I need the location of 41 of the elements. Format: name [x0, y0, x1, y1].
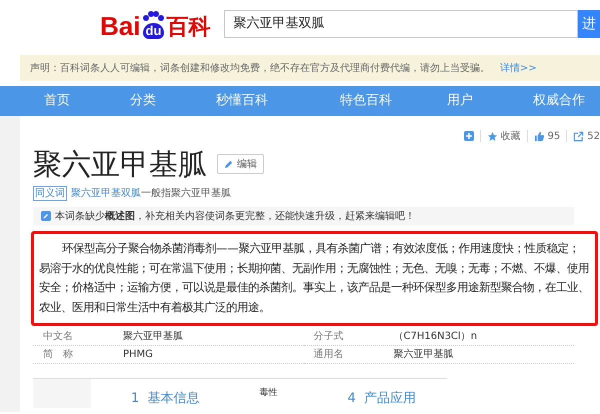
- paw-icon[interactable]: [140, 10, 166, 22]
- catalog-item[interactable]: 毒性: [260, 386, 278, 400]
- like-count: 95: [548, 130, 560, 144]
- nav-item[interactable]: 首页: [44, 91, 70, 111]
- edit-button[interactable]: 编辑: [217, 154, 264, 174]
- share-icon[interactable]: [573, 130, 584, 142]
- catalog-item[interactable]: 4 产品应用: [348, 388, 416, 408]
- logo-text[interactable]: du: [142, 22, 164, 38]
- info-value: PHMG: [123, 348, 153, 362]
- logo-text[interactable]: 百科: [166, 16, 210, 38]
- star-icon[interactable]: [486, 130, 498, 142]
- info-label: 分子式: [312, 330, 344, 344]
- collect-label[interactable]: 收藏: [500, 128, 521, 144]
- synonym-link[interactable]: 聚六亚甲基双胍: [71, 186, 141, 201]
- nav-item[interactable]: 用户: [447, 91, 473, 111]
- synonym-tag: 同义词: [33, 186, 67, 201]
- notice-text: 声明：百科词条人人可编辑，词条创建和修改均免费，绝不存在官方及代理商付费代编，请勿上当受骗。: [30, 62, 490, 76]
- pencil-icon: [224, 160, 233, 168]
- synonym-text: 一般指聚六亚甲基胍: [141, 186, 231, 201]
- nav-item[interactable]: 分类: [130, 91, 156, 111]
- nav-item[interactable]: 特色百科: [340, 91, 392, 111]
- info-value: （C7H16N3Cl）n: [394, 330, 478, 344]
- info-label: 简 称: [42, 348, 74, 362]
- info-label: 中文名: [42, 330, 74, 344]
- nav-item[interactable]: 权威合作: [533, 91, 585, 111]
- tip-text: 本词条缺少概述图，补充相关内容使词条更完整，还能快速升级，赶紧来编辑吧！: [55, 210, 415, 224]
- info-label: 通用名: [312, 348, 344, 362]
- search-field[interactable]: 聚六亚甲基双胍: [224, 10, 578, 38]
- thumbs-up-icon[interactable]: [534, 130, 545, 142]
- info-value: 聚六亚甲基胍: [394, 348, 454, 362]
- page-title: 聚六亚甲基胍: [33, 146, 207, 182]
- catalog-item[interactable]: 1 基本信息: [131, 388, 200, 408]
- nav-item[interactable]: 秒懂百科: [216, 91, 268, 111]
- add-icon[interactable]: [464, 131, 474, 141]
- search-button[interactable]: 进: [578, 10, 600, 38]
- details-link[interactable]: 详情>>: [500, 60, 537, 76]
- info-value: 聚六亚甲基胍: [123, 330, 183, 344]
- summary-paragraph: 环保型高分子聚合物杀菌消毒剂——聚六亚甲基胍，具有杀菌广谱；有效浓度低；作用速度快；性质稳定；易溶于水的优良性能；可在常温下使用；长期抑菌、无副作用；无腐蚀性；无色、无嗅；无毒；不燃、不爆、使用安全；价格适中；运输方便，可以说是最佳的杀菌剂。事实上，该产品是一种环保型多用途新型聚合物，在工业、农业、医用和日常生活中有着极其广泛的用途。: [39, 241, 590, 316]
- share-count: 52: [587, 130, 600, 144]
- pencil-icon: [41, 211, 51, 221]
- logo-text[interactable]: Bai: [100, 12, 140, 38]
